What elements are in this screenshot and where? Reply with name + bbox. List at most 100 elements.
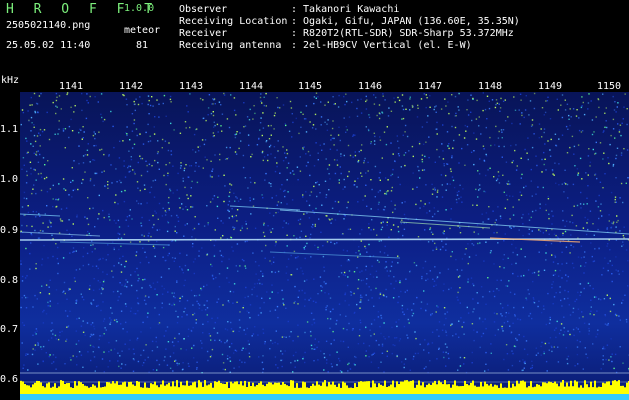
noise-pixel bbox=[384, 338, 386, 340]
noise-pixel bbox=[499, 266, 501, 268]
noise-pixel bbox=[285, 336, 287, 338]
noise-pixel bbox=[175, 359, 177, 362]
noise-pixel bbox=[503, 191, 505, 193]
noise-pixel bbox=[204, 304, 206, 306]
noise-pixel bbox=[129, 241, 132, 243]
noise-pixel bbox=[181, 369, 184, 371]
noise-pixel bbox=[441, 329, 444, 331]
noise-pixel bbox=[520, 157, 522, 159]
noise-pixel bbox=[559, 291, 561, 294]
noise-pixel bbox=[129, 139, 131, 141]
receiver-value: : R820T2(RTL-SDR) SDR-Sharp 53.372MHz bbox=[291, 28, 514, 39]
noise-pixel bbox=[46, 111, 48, 114]
noise-pixel bbox=[27, 211, 30, 214]
noise-pixel bbox=[137, 187, 139, 189]
noise-pixel bbox=[124, 364, 127, 366]
noise-pixel bbox=[49, 354, 51, 356]
noise-pixel bbox=[102, 301, 104, 303]
noise-pixel bbox=[26, 174, 28, 177]
noise-pixel bbox=[379, 251, 381, 253]
noise-pixel bbox=[65, 340, 67, 342]
noise-pixel bbox=[97, 346, 100, 348]
noise-pixel bbox=[402, 134, 404, 136]
noise-pixel bbox=[198, 250, 200, 252]
noise-pixel bbox=[286, 152, 289, 155]
noise-pixel bbox=[265, 92, 267, 95]
noise-pixel bbox=[140, 331, 142, 333]
noise-pixel bbox=[268, 182, 270, 184]
noise-pixel bbox=[315, 128, 317, 130]
noise-pixel bbox=[183, 338, 185, 340]
noise-pixel bbox=[434, 161, 436, 163]
noise-pixel bbox=[103, 318, 106, 320]
noise-pixel bbox=[43, 244, 45, 247]
noise-pixel bbox=[34, 229, 36, 232]
noise-pixel bbox=[191, 180, 193, 183]
noise-pixel bbox=[221, 353, 224, 356]
noise-pixel bbox=[526, 152, 528, 154]
noise-pixel bbox=[38, 95, 41, 97]
noise-pixel bbox=[476, 224, 479, 226]
noise-pixel bbox=[103, 351, 105, 353]
noise-pixel bbox=[582, 316, 584, 318]
noise-pixel bbox=[162, 102, 164, 105]
noise-pixel bbox=[420, 98, 423, 100]
noise-pixel bbox=[121, 284, 123, 286]
noise-pixel bbox=[285, 307, 287, 309]
noise-pixel bbox=[195, 162, 197, 164]
noise-pixel bbox=[264, 179, 266, 181]
noise-pixel bbox=[496, 178, 499, 180]
noise-pixel bbox=[570, 244, 572, 246]
noise-pixel bbox=[94, 370, 96, 372]
noise-pixel bbox=[182, 272, 184, 274]
noise-pixel bbox=[126, 126, 128, 128]
noise-pixel bbox=[134, 103, 136, 105]
noise-pixel bbox=[296, 256, 298, 259]
noise-pixel bbox=[147, 356, 149, 359]
noise-pixel bbox=[401, 94, 404, 96]
noise-pixel bbox=[608, 162, 610, 165]
noise-pixel bbox=[182, 177, 184, 180]
noise-pixel bbox=[401, 202, 403, 204]
noise-pixel bbox=[404, 201, 406, 203]
noise-pixel bbox=[418, 141, 421, 143]
noise-pixel bbox=[66, 229, 68, 232]
noise-pixel bbox=[381, 157, 383, 159]
noise-pixel bbox=[237, 200, 240, 202]
signal-level-bar bbox=[314, 385, 316, 394]
noise-pixel bbox=[596, 310, 598, 312]
noise-pixel bbox=[196, 361, 198, 363]
noise-pixel bbox=[117, 219, 120, 222]
noise-pixel bbox=[152, 105, 154, 107]
noise-pixel bbox=[181, 269, 184, 271]
noise-pixel bbox=[391, 261, 393, 263]
noise-pixel bbox=[131, 130, 134, 132]
noise-pixel bbox=[438, 321, 441, 323]
noise-pixel bbox=[470, 111, 472, 113]
noise-pixel bbox=[307, 161, 309, 164]
noise-pixel bbox=[168, 207, 170, 210]
noise-pixel bbox=[602, 347, 604, 350]
noise-pixel bbox=[499, 107, 502, 109]
noise-pixel bbox=[359, 319, 361, 321]
noise-pixel bbox=[24, 277, 27, 279]
noise-pixel bbox=[421, 169, 424, 171]
noise-pixel bbox=[226, 340, 228, 343]
noise-pixel bbox=[540, 311, 543, 314]
noise-pixel bbox=[523, 335, 525, 338]
noise-pixel bbox=[213, 135, 215, 137]
noise-pixel bbox=[486, 95, 489, 97]
noise-pixel bbox=[209, 175, 212, 178]
noise-pixel bbox=[220, 254, 223, 257]
noise-pixel bbox=[360, 149, 362, 152]
noise-pixel bbox=[562, 232, 564, 235]
noise-pixel bbox=[304, 245, 307, 247]
noise-pixel bbox=[217, 298, 220, 300]
noise-pixel bbox=[423, 205, 425, 208]
noise-pixel bbox=[149, 140, 152, 142]
noise-pixel bbox=[23, 294, 26, 297]
noise-pixel bbox=[84, 154, 87, 156]
noise-pixel bbox=[323, 356, 326, 359]
noise-pixel bbox=[336, 242, 338, 244]
signal-level-bar bbox=[166, 384, 168, 394]
